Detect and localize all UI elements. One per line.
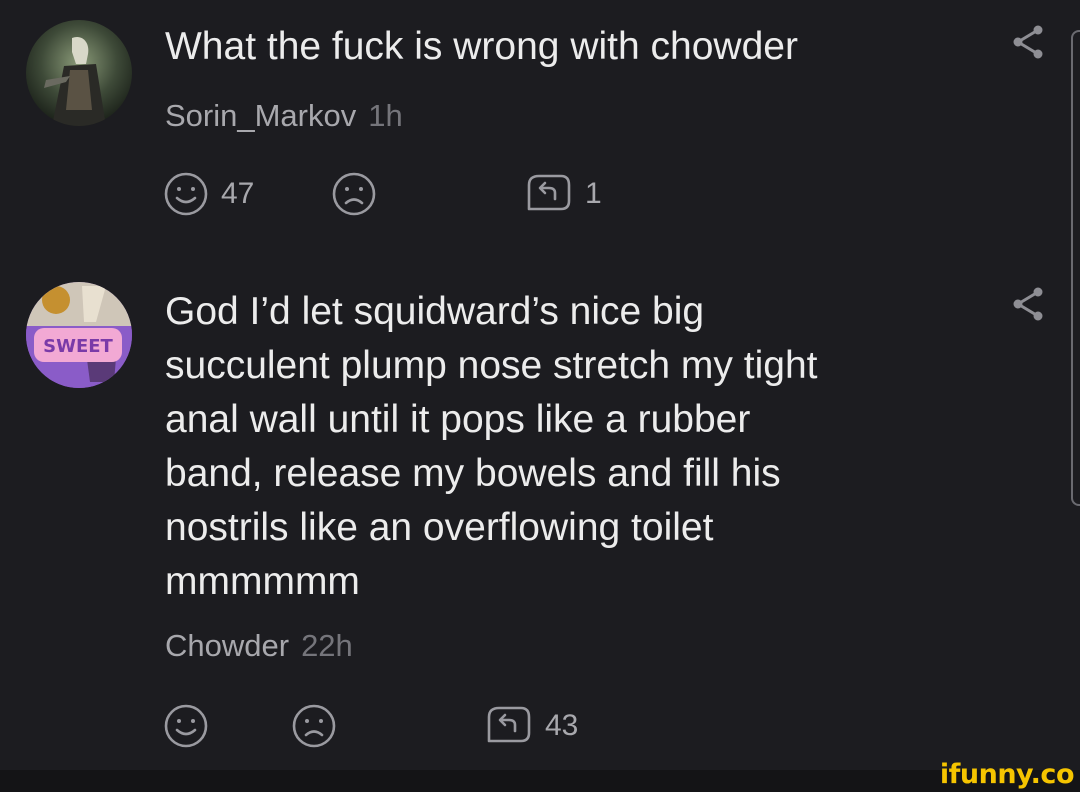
comment-actions: 43 xyxy=(163,703,663,753)
author-name[interactable]: Chowder xyxy=(165,628,289,663)
reply-count: 43 xyxy=(545,709,579,742)
reply-icon xyxy=(483,703,533,749)
frown-icon xyxy=(331,171,377,217)
comment-time: 22h xyxy=(301,628,353,663)
like-count: 47 xyxy=(221,177,255,210)
comment-text: God I’d let squidward’s nice big succule… xyxy=(165,290,818,603)
reply-count: 1 xyxy=(585,177,602,210)
reply-icon xyxy=(523,171,573,217)
comment-meta: Chowder 22h xyxy=(165,628,353,664)
comment-meta: Sorin_Markov 1h xyxy=(165,98,403,134)
dislike-button[interactable] xyxy=(331,171,389,217)
frown-icon xyxy=(291,703,337,749)
scrollbar[interactable] xyxy=(1071,30,1080,506)
like-button[interactable]: 47 xyxy=(163,171,254,217)
avatar-badge-text: SWEET xyxy=(43,336,113,357)
smile-icon xyxy=(163,171,209,217)
author-name[interactable]: Sorin_Markov xyxy=(165,98,356,133)
comment-text: What the fuck is wrong with chowder xyxy=(165,25,798,68)
avatar[interactable] xyxy=(26,20,132,126)
share-icon[interactable] xyxy=(1010,286,1046,322)
bottom-strip xyxy=(0,770,1080,792)
comment-actions: 47 1 xyxy=(163,171,663,221)
avatar[interactable]: SWEET xyxy=(26,282,132,388)
comment-time: 1h xyxy=(368,98,403,133)
like-button[interactable] xyxy=(163,703,221,749)
reply-button[interactable]: 1 xyxy=(523,171,602,217)
share-icon[interactable] xyxy=(1010,24,1046,60)
reply-button[interactable]: 43 xyxy=(483,703,578,749)
ifunny-watermark: ifunny.co xyxy=(939,759,1075,790)
dislike-button[interactable] xyxy=(291,703,349,749)
smile-icon xyxy=(163,703,209,749)
